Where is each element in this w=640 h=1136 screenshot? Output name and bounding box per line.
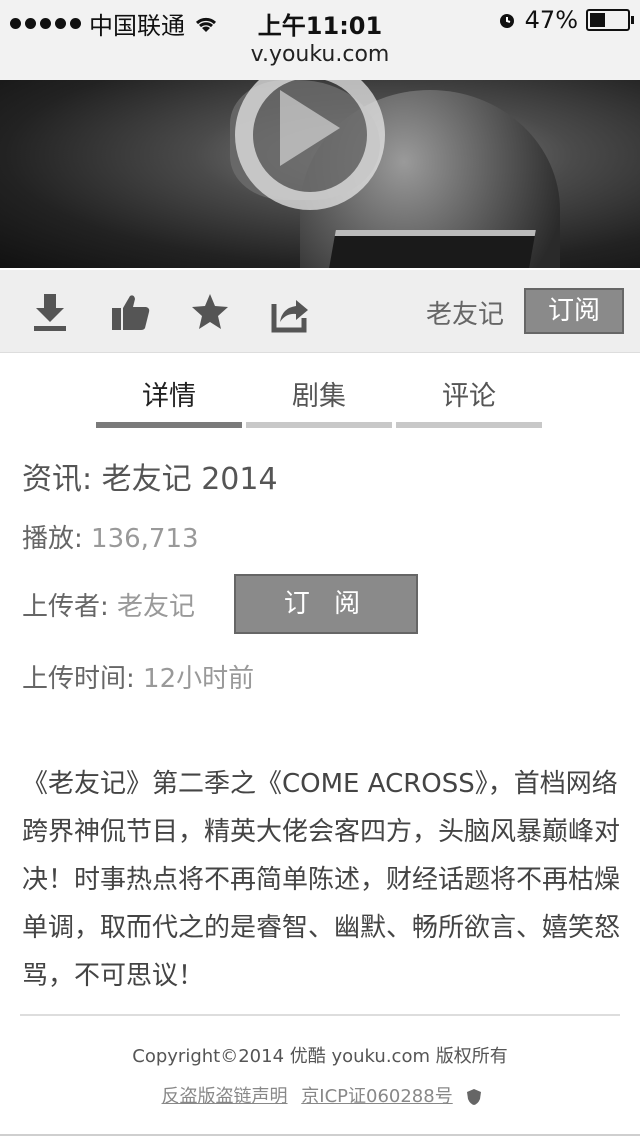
tab-bar: 详情 剧集 评论	[96, 352, 546, 428]
subscribe-button-toolbar[interactable]: 订阅	[524, 288, 624, 334]
play-count-label: 播放:	[22, 524, 83, 554]
video-player[interactable]	[0, 80, 640, 268]
tab-episodes-indicator	[246, 422, 392, 428]
play-count-value: 136,713	[91, 524, 199, 554]
page-url[interactable]: v.youku.com	[251, 42, 390, 67]
tab-details-indicator	[96, 422, 242, 428]
share-icon[interactable]	[268, 290, 312, 334]
address-bar[interactable]: v.youku.com	[0, 40, 640, 81]
uploader: 上传者: 老友记	[22, 586, 195, 623]
battery-percent: 47%	[524, 6, 578, 34]
play-count: 播放: 136,713	[22, 518, 199, 555]
star-icon[interactable]	[188, 290, 232, 334]
battery-fill	[590, 13, 605, 27]
channel-name[interactable]: 老友记	[426, 294, 504, 331]
subscribe-button[interactable]: 订 阅	[234, 574, 418, 634]
video-title-value: 老友记 2014	[101, 462, 278, 497]
uploader-label: 上传者:	[22, 592, 109, 622]
download-icon[interactable]	[28, 290, 72, 334]
action-toolbar: 老友记 订阅	[0, 270, 640, 353]
tab-episodes[interactable]: 剧集	[246, 352, 392, 428]
tab-comments-indicator	[396, 422, 542, 428]
icp-link[interactable]: 京ICP证060288号	[301, 1086, 452, 1107]
status-right: 47%	[497, 6, 634, 34]
battery-icon	[586, 9, 634, 31]
copyright-text: Copyright©2014 优酷 youku.com 版权所有	[132, 1046, 508, 1067]
footer-links: 反盗版盗链声明 京ICP证060288号	[0, 1082, 640, 1108]
upload-time-label: 上传时间:	[22, 664, 135, 694]
thumbs-up-icon[interactable]	[108, 290, 152, 334]
tab-comments-label: 评论	[442, 381, 496, 412]
video-description: 《老友记》第二季之《COME ACROSS》，首档网络跨界神侃节目，精英大佬会客…	[22, 769, 621, 991]
tab-details-label: 详情	[142, 381, 196, 412]
video-title-prefix: 资讯:	[22, 462, 93, 497]
upload-time: 上传时间: 12小时前	[22, 658, 254, 695]
upload-time-value: 12小时前	[143, 664, 255, 694]
video-title: 资讯: 老友记 2014	[22, 454, 278, 498]
tab-episodes-label: 剧集	[292, 381, 346, 412]
alarm-clock-icon	[499, 14, 514, 28]
video-collar	[324, 230, 536, 268]
tab-comments[interactable]: 评论	[396, 352, 542, 428]
shield-icon	[467, 1089, 482, 1105]
footer-divider	[20, 1014, 620, 1016]
tab-details[interactable]: 详情	[96, 352, 242, 428]
status-bar: 中国联通 上午11:01 47%	[0, 0, 640, 40]
antipiracy-link[interactable]: 反盗版盗链声明	[162, 1086, 288, 1107]
play-icon[interactable]	[280, 90, 340, 166]
uploader-name[interactable]: 老友记	[117, 592, 195, 622]
